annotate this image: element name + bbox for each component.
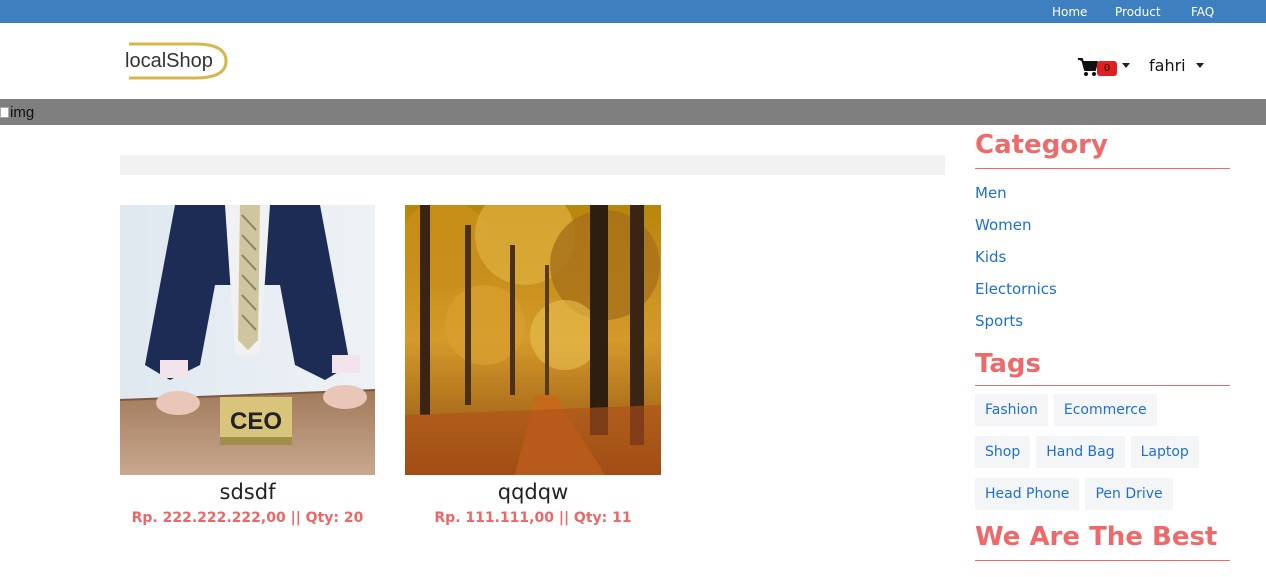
category-divider: [975, 168, 1230, 169]
logo-text: localShop: [125, 50, 213, 72]
cart-icon: [1078, 58, 1098, 76]
product-image[interactable]: [405, 205, 661, 475]
best-heading: We Are The Best: [975, 522, 1218, 552]
category-link-women[interactable]: Women: [975, 209, 1230, 241]
category-link-kids[interactable]: Kids: [975, 241, 1230, 273]
tag-head-phone[interactable]: Head Phone: [975, 478, 1080, 510]
nav-home-link[interactable]: Home: [1052, 5, 1087, 19]
category-heading: Category: [975, 130, 1108, 160]
tags-heading: Tags: [975, 349, 1042, 379]
category-link-men[interactable]: Men: [975, 177, 1230, 209]
autumn-forest-photo-icon: [405, 205, 661, 475]
svg-text:CEO: CEO: [230, 408, 282, 435]
nav-product-link[interactable]: Product: [1115, 5, 1161, 19]
tag-ecommerce[interactable]: Ecommerce: [1053, 394, 1157, 426]
product-card[interactable]: qqdqw Rp. 111.111,00 || Qty: 11: [405, 205, 661, 526]
product-card[interactable]: CEO sdsdf Rp. 222.222.222,00 || Qty: 20: [120, 205, 375, 526]
best-divider: [975, 560, 1230, 561]
category-link-sports[interactable]: Sports: [975, 305, 1230, 337]
tag-cloud: Fashion Ecommerce Shop Hand Bag Laptop Head…: [975, 394, 1230, 520]
banner-image: img: [0, 104, 34, 121]
tag-hand-bag[interactable]: Hand Bag: [1036, 436, 1125, 468]
banner-alt-text: img: [10, 104, 35, 121]
sidebar: Category Men Women Kids Electornics Spor…: [975, 125, 1230, 561]
ceo-photo-icon: CEO: [120, 205, 375, 475]
tags-divider: [975, 385, 1230, 386]
filter-bar: [120, 155, 945, 175]
product-name[interactable]: qqdqw: [405, 479, 661, 506]
tag-pen-drive[interactable]: Pen Drive: [1085, 478, 1173, 510]
user-name: fahri: [1149, 56, 1186, 75]
logo[interactable]: localShop: [120, 35, 230, 87]
tag-laptop[interactable]: Laptop: [1130, 436, 1199, 468]
broken-image-icon: [0, 107, 9, 118]
user-caret-icon: [1196, 63, 1204, 68]
cart-caret-icon: [1122, 63, 1130, 68]
product-name[interactable]: sdsdf: [120, 479, 375, 506]
banner-strip: [0, 99, 1266, 125]
product-image[interactable]: CEO: [120, 205, 375, 475]
tag-fashion[interactable]: Fashion: [975, 394, 1048, 426]
cart-count-badge: 0: [1097, 61, 1117, 76]
tag-shop[interactable]: Shop: [975, 436, 1031, 468]
product-price: Rp. 111.111,00 || Qty: 11: [434, 510, 632, 526]
category-link-electronics[interactable]: Electornics: [975, 273, 1230, 305]
nav-faq-link[interactable]: FAQ: [1191, 5, 1214, 19]
product-price: Rp. 222.222.222,00 || Qty: 20: [131, 510, 364, 526]
top-nav-bar: Home Product FAQ: [0, 0, 1266, 23]
category-list: Men Women Kids Electornics Sports: [975, 177, 1230, 337]
